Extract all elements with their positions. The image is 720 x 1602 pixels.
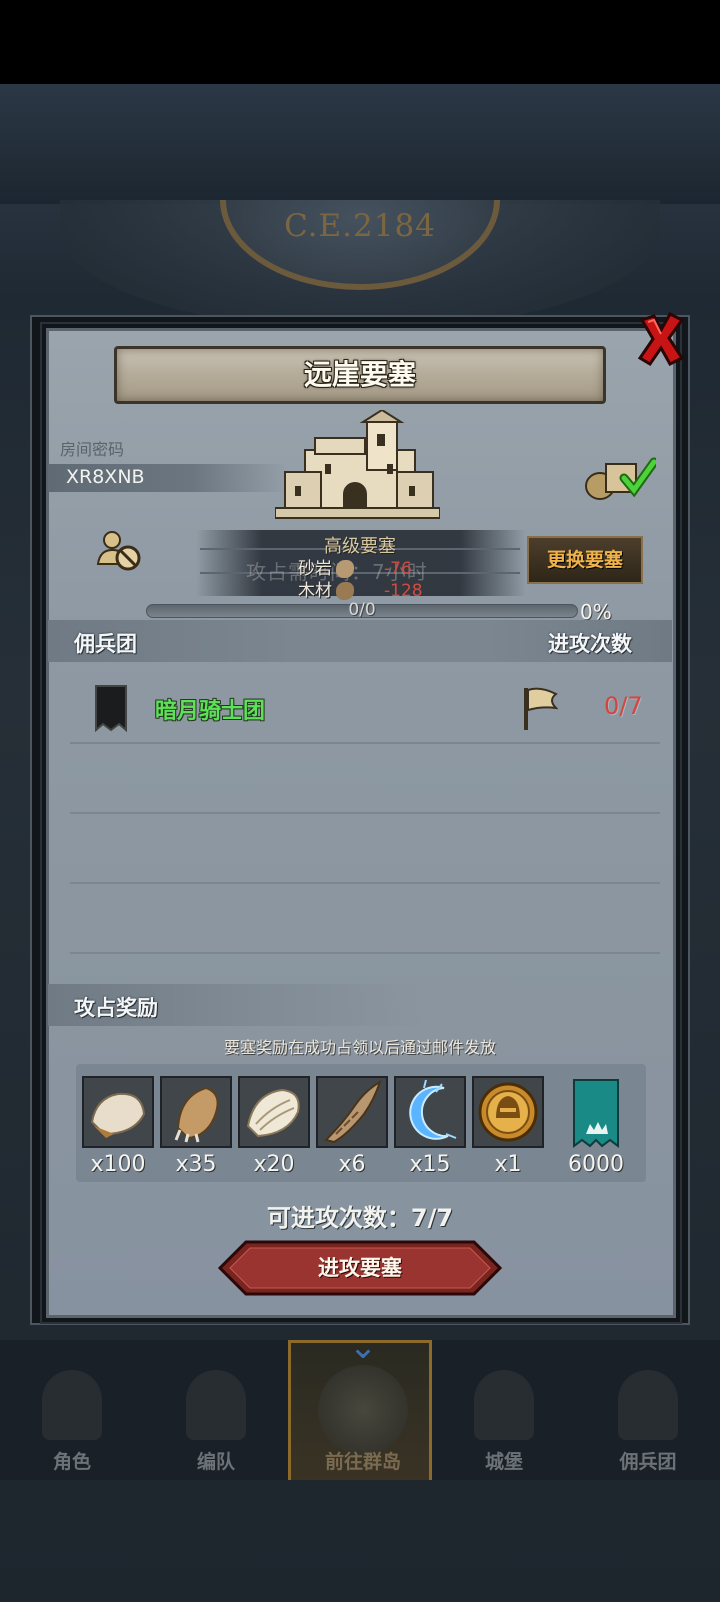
claw-icon [162, 1078, 230, 1146]
crescent-banner-icon [95, 685, 127, 732]
gold-helmet-coin-icon [474, 1078, 542, 1146]
attack-count: 0/7 [604, 692, 643, 720]
reward-item[interactable] [160, 1076, 232, 1148]
row-divider [70, 742, 660, 744]
resource-cost: -128 [384, 581, 423, 601]
row-divider [70, 882, 660, 884]
nav-item-islands[interactable]: ⌄ 前往群岛 [288, 1329, 432, 1480]
supplies-checked-icon[interactable] [584, 452, 656, 502]
progress-count: 0/0 [348, 600, 376, 620]
reward-qty: x15 [409, 1152, 451, 1177]
reward-item[interactable] [316, 1076, 388, 1148]
bottom-nav: 角色 编队 ⌄ 前往群岛 城堡 佣兵团 [0, 1329, 720, 1480]
attack-button-label: 进攻要塞 [318, 1256, 402, 1280]
formation-icon [186, 1370, 246, 1440]
nav-label: 佣兵团 [619, 1451, 677, 1473]
room-code-label: 房间密码 [60, 440, 125, 459]
nav-item-mercenary[interactable]: 佣兵团 [576, 1340, 720, 1480]
room-code[interactable]: XR8XNB [66, 466, 145, 488]
reward-qty: x100 [90, 1152, 146, 1177]
scale-icon [240, 1078, 308, 1146]
nav-label: 编队 [196, 1451, 235, 1473]
dialog-title: 远崖要塞 [303, 358, 416, 391]
reward-qty: x1 [494, 1152, 522, 1177]
nav-item-formation[interactable]: 编队 [144, 1340, 288, 1480]
nav-item-character[interactable]: 角色 [0, 1340, 144, 1480]
ship-icon [618, 1370, 678, 1440]
island-compass-icon [318, 1365, 408, 1455]
guild-token-icon[interactable] [572, 1078, 620, 1148]
nav-label: 城堡 [484, 1451, 523, 1473]
close-icon [637, 312, 685, 367]
row-divider [70, 812, 660, 814]
attack-fortress-button[interactable]: 进攻要塞 [216, 1240, 504, 1296]
knight-icon [42, 1370, 102, 1440]
resource-row-wood: 木材 -128 [298, 576, 423, 601]
reward-item[interactable] [394, 1076, 466, 1148]
wood-icon [336, 582, 354, 600]
reward-item[interactable] [82, 1076, 154, 1148]
reward-header: 攻占奖励 [74, 996, 158, 1020]
reward-note: 要塞奖励在成功占领以后通过邮件发放 [223, 1038, 496, 1057]
horn-icon [318, 1078, 386, 1146]
reward-qty: x6 [338, 1152, 366, 1177]
change-fortress-button[interactable]: 更换要塞 [527, 536, 643, 584]
no-visitors-icon[interactable] [96, 528, 142, 572]
attack-count-header: 进攻次数 [548, 632, 632, 656]
remaining-attacks: 可进攻次数：7/7 [266, 1204, 454, 1232]
castle-icon [474, 1370, 534, 1440]
status-bar [0, 0, 720, 84]
row-divider [70, 952, 660, 954]
reward-qty: 6000 [568, 1152, 624, 1177]
era-label: C.E.2184 [284, 208, 436, 244]
title-banner: 远崖要塞 [114, 346, 606, 404]
chevron-down-icon: ⌄ [348, 1327, 378, 1367]
close-button[interactable] [636, 312, 686, 367]
fur-pelt-icon [84, 1078, 152, 1146]
mercenary-row[interactable] [48, 672, 672, 742]
reward-item[interactable] [472, 1076, 544, 1148]
nav-label: 前往群岛 [324, 1451, 401, 1473]
mercenary-header: 佣兵团 [74, 632, 137, 656]
nav-item-castle[interactable]: 城堡 [432, 1340, 576, 1480]
mercenary-name: 暗月骑士团 [155, 699, 266, 724]
reward-qty: x35 [175, 1152, 217, 1177]
flag-icon [524, 687, 558, 730]
nav-label: 角色 [52, 1451, 91, 1473]
reward-qty: x20 [253, 1152, 295, 1177]
reward-item[interactable] [238, 1076, 310, 1148]
background-band [0, 84, 720, 204]
fortress-image [275, 410, 440, 519]
resource-name: 木材 [298, 581, 332, 601]
blue-crescent-icon [396, 1078, 464, 1146]
